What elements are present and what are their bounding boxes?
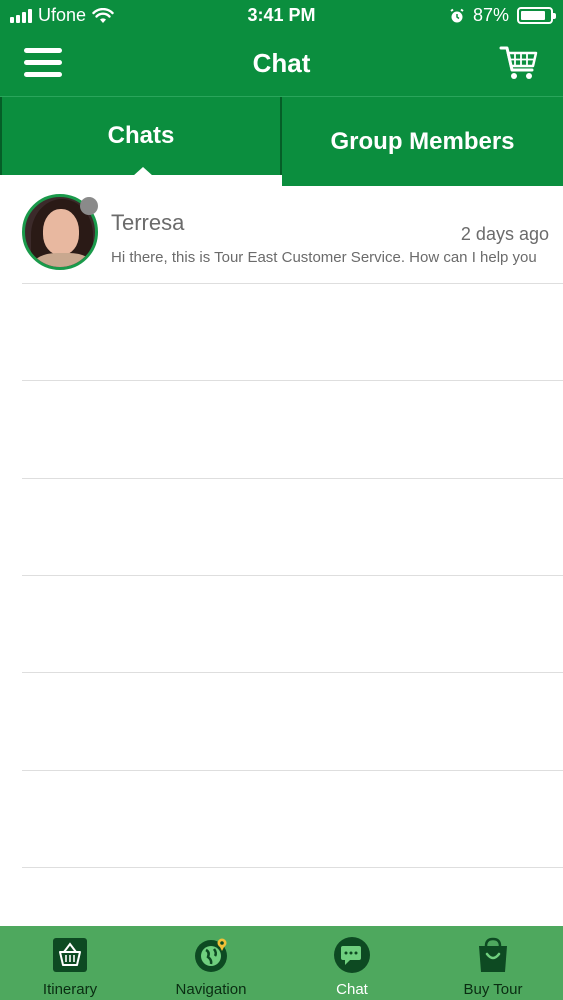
nav-navigation[interactable]: Navigation [141, 926, 281, 1000]
nav-label: Chat [336, 981, 368, 998]
bottom-nav: Itinerary Navigation Chat Buy Tour [0, 926, 563, 1000]
tab-bar: Chats Group Members [0, 96, 563, 187]
list-divider [22, 575, 563, 576]
chat-contact-name: Terresa [111, 210, 185, 235]
presence-status-dot [80, 197, 98, 215]
status-bar: Ufone 3:41 PM 87% [0, 0, 563, 32]
chat-timestamp: 2 days ago [460, 224, 549, 244]
page-title: Chat [252, 48, 311, 78]
nav-itinerary[interactable]: Itinerary [0, 926, 140, 1000]
list-divider [22, 478, 563, 479]
list-divider [22, 283, 563, 284]
chat-list: Terresa 2 days ago Hi there, this is Tou… [0, 186, 563, 283]
list-divider [22, 867, 563, 868]
battery-icon [517, 7, 556, 24]
cart-icon[interactable] [499, 44, 539, 82]
chat-message-preview: Hi there, this is Tour East Customer Ser… [111, 249, 537, 266]
tab-chats[interactable]: Chats [0, 97, 282, 176]
status-right: 87% [449, 5, 556, 26]
battery-percent: 87% [472, 5, 509, 25]
app-header: Chat [0, 32, 563, 96]
globe-location-icon [195, 938, 227, 972]
alarm-icon [450, 8, 464, 22]
nav-label: Navigation [175, 981, 247, 998]
nav-label: Buy Tour [463, 981, 523, 998]
list-divider [22, 672, 563, 673]
itinerary-basket-icon [53, 938, 87, 972]
shopping-bag-icon [479, 937, 507, 972]
list-divider [22, 380, 563, 381]
tab-group-members[interactable]: Group Members [282, 97, 563, 187]
nav-buy-tour[interactable]: Buy Tour [423, 926, 563, 1000]
chat-bubble-icon [334, 937, 370, 973]
list-divider [22, 770, 563, 771]
nav-label: Itinerary [42, 981, 98, 998]
nav-chat[interactable]: Chat [282, 926, 422, 1000]
chat-list-item[interactable]: Terresa 2 days ago Hi there, this is Tou… [0, 186, 563, 283]
